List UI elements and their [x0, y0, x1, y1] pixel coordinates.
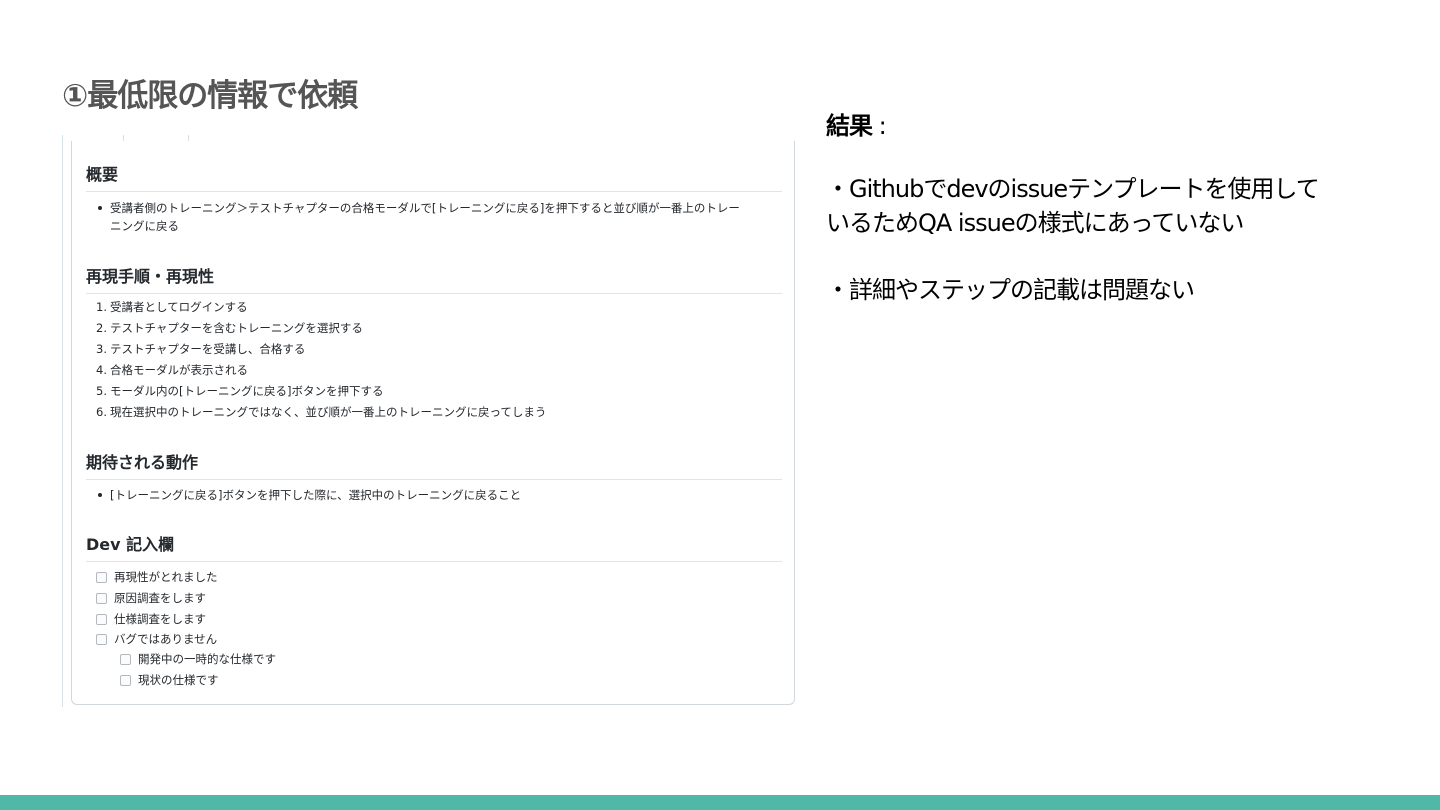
slide-title: ①最低限の情報で依頼 — [62, 78, 358, 114]
result-line-1: ・Githubでdevのissueテンプレートを使用して — [826, 175, 1320, 203]
task-checkbox[interactable] — [96, 614, 107, 625]
list-item: 4. 合格モーダルが表示される — [96, 360, 776, 381]
task-item: 原因調査をします — [96, 588, 776, 609]
step-text: モーダル内の[トレーニングに戻る]ボタンを押下する — [110, 384, 384, 398]
summary-line-1: 受講者側のトレーニング＞テストチャプターの合格モーダルで[トレーニングに戻る]を… — [110, 201, 740, 215]
result-line-3: ・詳細やステップの記載は問題ない — [826, 276, 1195, 304]
repro-heading: 再現手順・再現性 — [86, 263, 782, 294]
summary-list: 受講者側のトレーニング＞テストチャプターの合格モーダルで[トレーニングに戻る]を… — [96, 199, 776, 235]
task-label: 原因調査をします — [114, 591, 206, 605]
footer-accent-bar — [0, 795, 1440, 810]
result-heading: 結果 : — [826, 106, 887, 141]
task-item: バグではありません — [96, 630, 776, 649]
list-item: [トレーニングに戻る]ボタンを押下した際に、選択中のトレーニングに戻ること — [96, 486, 776, 504]
list-item: 3. テストチャプターを受講し、合格する — [96, 339, 776, 360]
step-text: テストチャプターを受講し、合格する — [110, 342, 306, 356]
subtask-item: 現状の仕様です — [96, 670, 776, 691]
task-label: 開発中の一時的な仕様です — [138, 652, 276, 666]
task-checkbox[interactable] — [96, 593, 107, 604]
expected-list: [トレーニングに戻る]ボタンを押下した際に、選択中のトレーニングに戻ること — [96, 486, 776, 504]
result-label: 結果 — [826, 112, 873, 140]
task-label: 現状の仕様です — [138, 673, 219, 687]
step-number: 6. — [96, 405, 107, 419]
step-number: 5. — [96, 384, 107, 398]
list-item: 6. 現在選択中のトレーニングではなく、並び順が一番上のトレーニングに戻ってしまう — [96, 402, 776, 423]
issue-body-card: 概要 受講者側のトレーニング＞テストチャプターの合格モーダルで[トレーニングに戻… — [71, 141, 795, 705]
step-text: 現在選択中のトレーニングではなく、並び順が一番上のトレーニングに戻ってしまう — [110, 405, 547, 419]
task-checkbox[interactable] — [96, 572, 107, 583]
task-item: 仕様調査をします — [96, 609, 776, 630]
summary-line-2: ニングに戻る — [110, 219, 179, 233]
step-text: 受講者としてログインする — [110, 300, 248, 314]
repro-steps: 1. 受講者としてログインする 2. テストチャプターを含むトレーニングを選択する … — [96, 297, 776, 423]
result-colon: : — [878, 112, 887, 140]
step-number: 2. — [96, 321, 107, 335]
step-number: 4. — [96, 363, 107, 377]
list-item: 1. 受講者としてログインする — [96, 297, 776, 318]
task-label: 仕様調査をします — [114, 612, 206, 626]
list-item: 5. モーダル内の[トレーニングに戻る]ボタンを押下する — [96, 381, 776, 402]
list-item: 受講者側のトレーニング＞テストチャプターの合格モーダルで[トレーニングに戻る]を… — [96, 199, 776, 235]
dev-task-list: 再現性がとれました 原因調査をします 仕様調査をします バグではありません 開発… — [96, 567, 776, 691]
subtask-item: 開発中の一時的な仕様です — [96, 649, 776, 670]
result-line-2: いるためQA issueの様式にあっていない — [826, 209, 1244, 237]
dev-heading: Dev 記入欄 — [86, 531, 782, 562]
step-text: 合格モーダルが表示される — [110, 363, 248, 377]
task-label: 再現性がとれました — [114, 570, 218, 584]
step-text: テストチャプターを含むトレーニングを選択する — [110, 321, 363, 335]
task-checkbox[interactable] — [120, 675, 131, 686]
task-checkbox[interactable] — [96, 634, 107, 645]
issue-screenshot: 概要 受講者側のトレーニング＞テストチャプターの合格モーダルで[トレーニングに戻… — [62, 135, 797, 707]
summary-heading: 概要 — [86, 161, 782, 192]
task-checkbox[interactable] — [120, 654, 131, 665]
step-number: 1. — [96, 300, 107, 314]
task-item: 再現性がとれました — [96, 567, 776, 588]
task-label: バグではありません — [114, 632, 218, 646]
step-number: 3. — [96, 342, 107, 356]
expected-heading: 期待される動作 — [86, 449, 782, 480]
list-item: 2. テストチャプターを含むトレーニングを選択する — [96, 318, 776, 339]
